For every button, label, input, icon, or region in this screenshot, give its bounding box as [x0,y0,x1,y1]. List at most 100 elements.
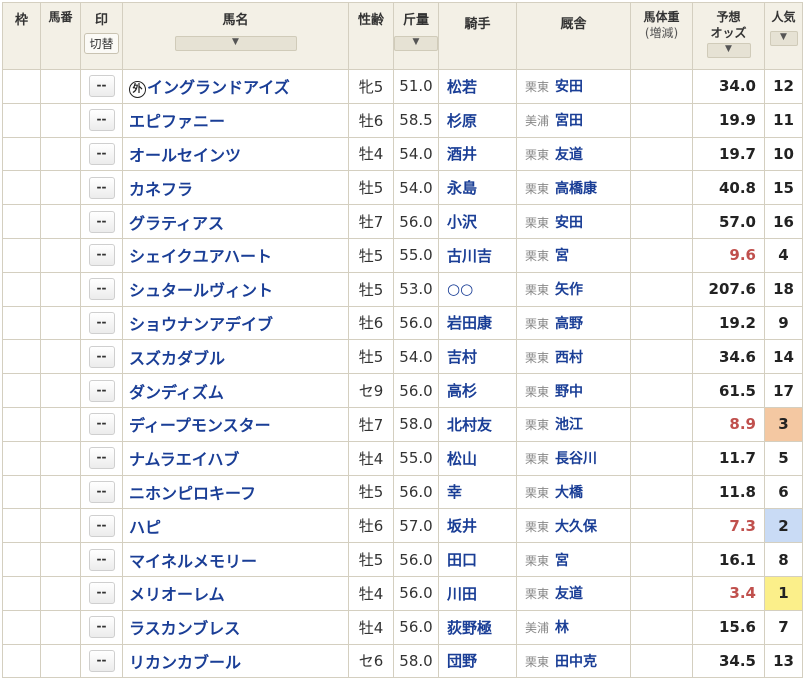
mark-cell: -- [80,170,123,206]
mark-button[interactable]: -- [88,345,115,368]
header-stable: 厩舎 [516,2,631,70]
jockey-link[interactable]: 酒井 [438,136,517,172]
trainer-link[interactable]: 宮 [555,248,569,264]
horse-name-cell: エピファニー [122,102,349,138]
horse-name-link[interactable]: エピファニー [129,112,225,131]
horse-name-link[interactable]: ナムラエイハブ [129,450,239,469]
mark-button[interactable]: -- [88,379,115,402]
jockey-link[interactable]: 坂井 [438,508,517,544]
horse-name-link[interactable]: イングランドアイズ [147,78,290,97]
horse-name-link[interactable]: ハピ [129,518,161,537]
jockey-link[interactable]: 荻野極 [438,609,517,645]
trainer-link[interactable]: 矢作 [555,282,583,298]
sort-chevron-down-icon[interactable]: ▼ [769,31,798,46]
horse-name-link[interactable]: シュタールヴィント [129,281,273,300]
header-popularity[interactable]: 人気 ▼ [764,2,803,70]
sex-age-cell: 牡5 [348,474,394,510]
trainer-link[interactable]: 野中 [555,384,583,400]
mark-button[interactable]: -- [88,244,115,267]
jockey-link[interactable]: 田口 [438,542,517,577]
mark-button[interactable]: -- [88,548,115,571]
sort-chevron-down-icon[interactable]: ▼ [174,36,297,51]
body-weight-cell [630,575,693,611]
jockey-link[interactable]: 高杉 [438,373,517,408]
trainer-link[interactable]: 高野 [555,316,583,332]
jockey-link[interactable]: 松若 [438,69,517,104]
trainer-link[interactable]: 林 [555,620,569,636]
mark-toggle-button[interactable]: 切替 [84,33,119,54]
jockey-link[interactable]: 小沢 [438,204,517,239]
stable-region: 栗東 [525,350,550,365]
jockey-link[interactable]: 吉村 [438,339,517,375]
trainer-link[interactable]: 高橋康 [555,181,597,197]
jockey-link[interactable]: 古川吉 [438,237,517,273]
horse-name-link[interactable]: メリオーレム [129,585,225,604]
horse-name-link[interactable]: ラスカンブレス [129,619,240,638]
weight-cell: 55.0 [393,440,439,476]
jockey-link[interactable]: 岩田康 [438,305,517,341]
umaban-cell [40,406,81,442]
trainer-link[interactable]: 友道 [555,147,583,163]
horse-name-cell: 外イングランドアイズ [122,69,349,104]
mark-button[interactable]: -- [88,447,115,470]
header-horse-name[interactable]: 馬名 ▼ [122,2,349,70]
jockey-link[interactable]: 団野 [438,643,517,678]
waku-cell [2,339,41,375]
jockey-link[interactable]: 松山 [438,440,517,476]
horse-name-link[interactable]: リカンカブール [129,653,241,672]
horse-name-link[interactable]: シェイクユアハート [129,247,272,266]
sort-chevron-down-icon[interactable]: ▼ [706,43,751,58]
body-weight-cell [630,204,693,239]
stable-region: 栗東 [525,181,550,196]
trainer-link[interactable]: 友道 [555,586,583,602]
horse-name-link[interactable]: スズカダブル [129,349,225,368]
horse-name-link[interactable]: マイネルメモリー [129,552,257,571]
jockey-link[interactable]: 北村友 [438,406,517,442]
mark-button[interactable]: -- [88,480,115,503]
horse-name-link[interactable]: ショウナンアデイブ [129,315,273,334]
jockey-link[interactable]: 杉原 [438,102,517,138]
trainer-link[interactable]: 宮田 [555,113,583,129]
horse-name-link[interactable]: カネフラ [129,180,193,199]
trainer-link[interactable]: 田中克 [555,654,597,670]
horse-name-cell: シュタールヴィント [122,271,349,307]
trainer-link[interactable]: 大久保 [555,519,597,535]
trainer-link[interactable]: 大橋 [555,485,583,501]
header-weight[interactable]: 斤量 ▼ [393,2,439,70]
jockey-link[interactable]: ○○ [438,271,517,307]
horse-name-link[interactable]: ニホンピロキーフ [129,484,256,503]
trainer-link[interactable]: 池江 [555,417,583,433]
trainer-link[interactable]: 西村 [555,350,583,366]
trainer-link[interactable]: 安田 [555,215,583,231]
mark-button[interactable]: -- [88,109,115,132]
mark-button[interactable]: -- [88,413,115,436]
mark-button[interactable]: -- [88,278,115,301]
jockey-link[interactable]: 川田 [438,575,517,611]
jockey-link[interactable]: 幸 [438,474,517,510]
sort-chevron-down-icon[interactable]: ▼ [394,36,438,51]
mark-button[interactable]: -- [88,142,115,165]
mark-button[interactable]: -- [88,75,115,98]
umaban-cell [40,643,81,678]
trainer-link[interactable]: 宮 [555,553,569,569]
mark-button[interactable]: -- [88,311,115,334]
weight-cell: 56.0 [393,305,439,341]
header-odds[interactable]: 予想 オッズ ▼ [692,2,765,70]
jockey-link[interactable]: 永島 [438,170,517,206]
horse-name-link[interactable]: グラティアス [129,214,224,233]
mark-button[interactable]: -- [88,176,115,199]
trainer-link[interactable]: 安田 [555,79,583,95]
mark-button[interactable]: -- [88,616,115,639]
horse-name-link[interactable]: ディープモンスター [129,416,271,435]
weight-cell: 54.0 [393,136,439,172]
horse-name-link[interactable]: ダンディズム [129,383,224,402]
mark-button[interactable]: -- [88,210,115,233]
horse-name-link[interactable]: オールセインツ [129,146,241,165]
weight-cell: 56.0 [393,373,439,408]
mark-button[interactable]: -- [88,514,115,537]
mark-button[interactable]: -- [88,649,115,672]
waku-cell [2,440,41,476]
table-row: -- スズカダブル 牡5 54.0 吉村 栗東 西村 34.6 14 [2,339,803,375]
trainer-link[interactable]: 長谷川 [555,451,597,467]
mark-button[interactable]: -- [88,582,115,605]
